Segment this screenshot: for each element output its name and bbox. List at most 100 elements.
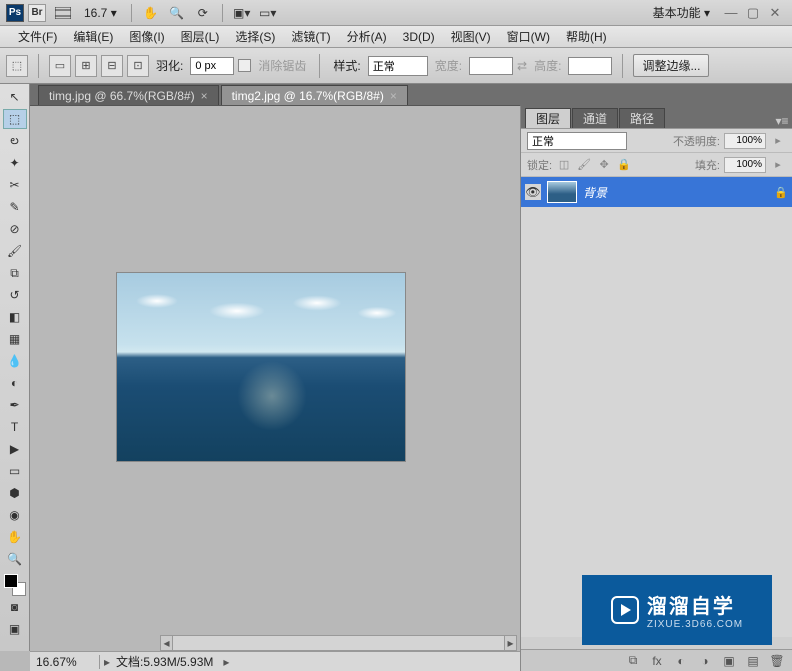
eraser-tool-icon[interactable]: ◧ — [3, 307, 27, 327]
foreground-color-icon[interactable] — [4, 574, 18, 588]
arrange-icon[interactable]: ▣▾ — [231, 3, 253, 23]
opacity-value[interactable]: 100% — [724, 133, 766, 149]
fill-value[interactable]: 100% — [724, 157, 766, 173]
panel-tab-channels[interactable]: 通道 — [572, 108, 618, 128]
blend-mode-row: 不透明度: 100% ▸ — [521, 129, 792, 153]
clone-stamp-tool-icon[interactable]: ⧉ — [3, 263, 27, 283]
panel-tab-paths[interactable]: 路径 — [619, 108, 665, 128]
zoom-tool-icon[interactable]: 🔍 — [3, 549, 27, 569]
layer-name[interactable]: 背景 — [583, 184, 768, 201]
chevron-right-icon[interactable]: ▸ — [770, 157, 786, 173]
blend-mode-select[interactable] — [527, 132, 627, 150]
lock-transparent-icon[interactable]: ◫ — [556, 157, 572, 173]
blur-tool-icon[interactable]: 💧 — [3, 351, 27, 371]
menu-analysis[interactable]: 分析(A) — [339, 28, 395, 45]
layer-row[interactable]: 👁 背景 🔒 — [521, 177, 792, 207]
menu-select[interactable]: 选择(S) — [227, 28, 283, 45]
screen-mode-tool-icon[interactable]: ▣ — [3, 619, 27, 639]
crop-tool-icon[interactable]: ✂ — [3, 175, 27, 195]
zoom-icon[interactable]: 🔍 — [166, 3, 188, 23]
menu-3d[interactable]: 3D(D) — [395, 30, 443, 44]
lock-all-icon[interactable]: 🔒 — [616, 157, 632, 173]
menu-image[interactable]: 图像(I) — [121, 28, 172, 45]
status-zoom[interactable]: 16.67% — [30, 655, 100, 669]
workspace-switcher[interactable]: 基本功能 ▾ — [653, 4, 710, 21]
lock-pixels-icon[interactable]: 🖌 — [576, 157, 592, 173]
document-tab[interactable]: timg.jpg @ 66.7%(RGB/8#) × — [38, 85, 219, 105]
visibility-icon[interactable]: 👁 — [525, 184, 541, 200]
history-brush-tool-icon[interactable]: ↺ — [3, 285, 27, 305]
lock-position-icon[interactable]: ✥ — [596, 157, 612, 173]
menu-file[interactable]: 文件(F) — [10, 28, 65, 45]
layer-thumbnail[interactable] — [547, 181, 577, 203]
tool-preset-icon[interactable]: ⬚ — [6, 55, 28, 77]
bridge-logo-icon[interactable]: Br — [28, 4, 46, 22]
add-selection-icon[interactable]: ⊞ — [75, 55, 97, 77]
shape-tool-icon[interactable]: ▭ — [3, 461, 27, 481]
healing-brush-tool-icon[interactable]: ⊘ — [3, 219, 27, 239]
delete-layer-icon[interactable]: 🗑 — [768, 653, 786, 669]
hand-tool-icon[interactable]: ✋ — [3, 527, 27, 547]
layer-mask-icon[interactable]: ◐ — [672, 653, 690, 669]
subtract-selection-icon[interactable]: ⊟ — [101, 55, 123, 77]
path-select-tool-icon[interactable]: ▶ — [3, 439, 27, 459]
layer-list[interactable]: 👁 背景 🔒 — [521, 177, 792, 637]
chevron-right-icon[interactable]: ▸ — [223, 655, 229, 669]
menu-layer[interactable]: 图层(L) — [173, 28, 228, 45]
lock-label: 锁定: — [527, 157, 552, 173]
color-swatch[interactable] — [4, 574, 26, 596]
quick-mask-icon[interactable]: ◙ — [3, 597, 27, 617]
screen-mode-icon[interactable]: ▭▾ — [257, 3, 279, 23]
adjustment-layer-icon[interactable]: ◑ — [696, 653, 714, 669]
watermark-overlay: 溜溜自学 ZIXUE.3D66.COM — [582, 575, 772, 645]
menu-filter[interactable]: 滤镜(T) — [283, 28, 338, 45]
style-select[interactable] — [368, 56, 428, 76]
intersect-selection-icon[interactable]: ⊡ — [127, 55, 149, 77]
close-icon[interactable]: × — [201, 89, 208, 103]
status-doc-info[interactable]: 文档:5.93M/5.93M — [110, 653, 219, 670]
canvas-area[interactable]: ◂ ▸ — [30, 106, 520, 651]
chevron-right-icon[interactable]: ▸ — [770, 133, 786, 149]
menu-help[interactable]: 帮助(H) — [558, 28, 615, 45]
minimize-button[interactable]: — — [722, 6, 740, 20]
refine-edge-button[interactable]: 调整边缘... — [633, 54, 709, 77]
document-tab[interactable]: timg2.jpg @ 16.7%(RGB/8#) × — [221, 85, 408, 105]
scroll-right-icon[interactable]: ▸ — [504, 636, 516, 650]
group-icon[interactable]: ▣ — [720, 653, 738, 669]
ps-logo-icon: Ps — [6, 4, 24, 22]
panel-tab-layers[interactable]: 图层 — [525, 108, 571, 128]
brush-tool-icon[interactable]: 🖌 — [3, 241, 27, 261]
antialias-checkbox[interactable] — [238, 59, 251, 72]
hand-icon[interactable]: ✋ — [140, 3, 162, 23]
layer-style-icon[interactable]: fx — [648, 653, 666, 669]
film-strip-icon[interactable] — [52, 3, 74, 23]
lasso-tool-icon[interactable]: ల — [3, 131, 27, 151]
menu-edit[interactable]: 编辑(E) — [65, 28, 121, 45]
menu-window[interactable]: 窗口(W) — [499, 28, 558, 45]
close-button[interactable]: ✕ — [766, 6, 784, 20]
3d-tool-icon[interactable]: ⬢ — [3, 483, 27, 503]
zoom-selector[interactable]: 16.7 ▾ — [84, 6, 117, 20]
rotate-view-icon[interactable]: ⟳ — [192, 3, 214, 23]
close-icon[interactable]: × — [390, 89, 397, 103]
feather-input[interactable] — [190, 57, 234, 75]
menu-bar: 文件(F) 编辑(E) 图像(I) 图层(L) 选择(S) 滤镜(T) 分析(A… — [0, 26, 792, 48]
panel-menu-icon[interactable]: ▾≡ — [772, 114, 792, 128]
eyedropper-tool-icon[interactable]: ✎ — [3, 197, 27, 217]
canvas-image[interactable] — [116, 272, 406, 462]
new-layer-icon[interactable]: ▤ — [744, 653, 762, 669]
magic-wand-tool-icon[interactable]: ✦ — [3, 153, 27, 173]
link-layers-icon[interactable]: ⧉ — [624, 653, 642, 669]
gradient-tool-icon[interactable]: ▦ — [3, 329, 27, 349]
type-tool-icon[interactable]: T — [3, 417, 27, 437]
3d-camera-tool-icon[interactable]: ◉ — [3, 505, 27, 525]
move-tool-icon[interactable]: ↖ — [3, 87, 27, 107]
horizontal-scrollbar[interactable]: ◂ ▸ — [160, 635, 517, 651]
pen-tool-icon[interactable]: ✒ — [3, 395, 27, 415]
scroll-left-icon[interactable]: ◂ — [161, 636, 173, 650]
new-selection-icon[interactable]: ▭ — [49, 55, 71, 77]
menu-view[interactable]: 视图(V) — [443, 28, 499, 45]
maximize-button[interactable]: ▢ — [744, 6, 762, 20]
dodge-tool-icon[interactable]: ◐ — [3, 373, 27, 393]
marquee-tool-icon[interactable]: ⬚ — [3, 109, 27, 129]
